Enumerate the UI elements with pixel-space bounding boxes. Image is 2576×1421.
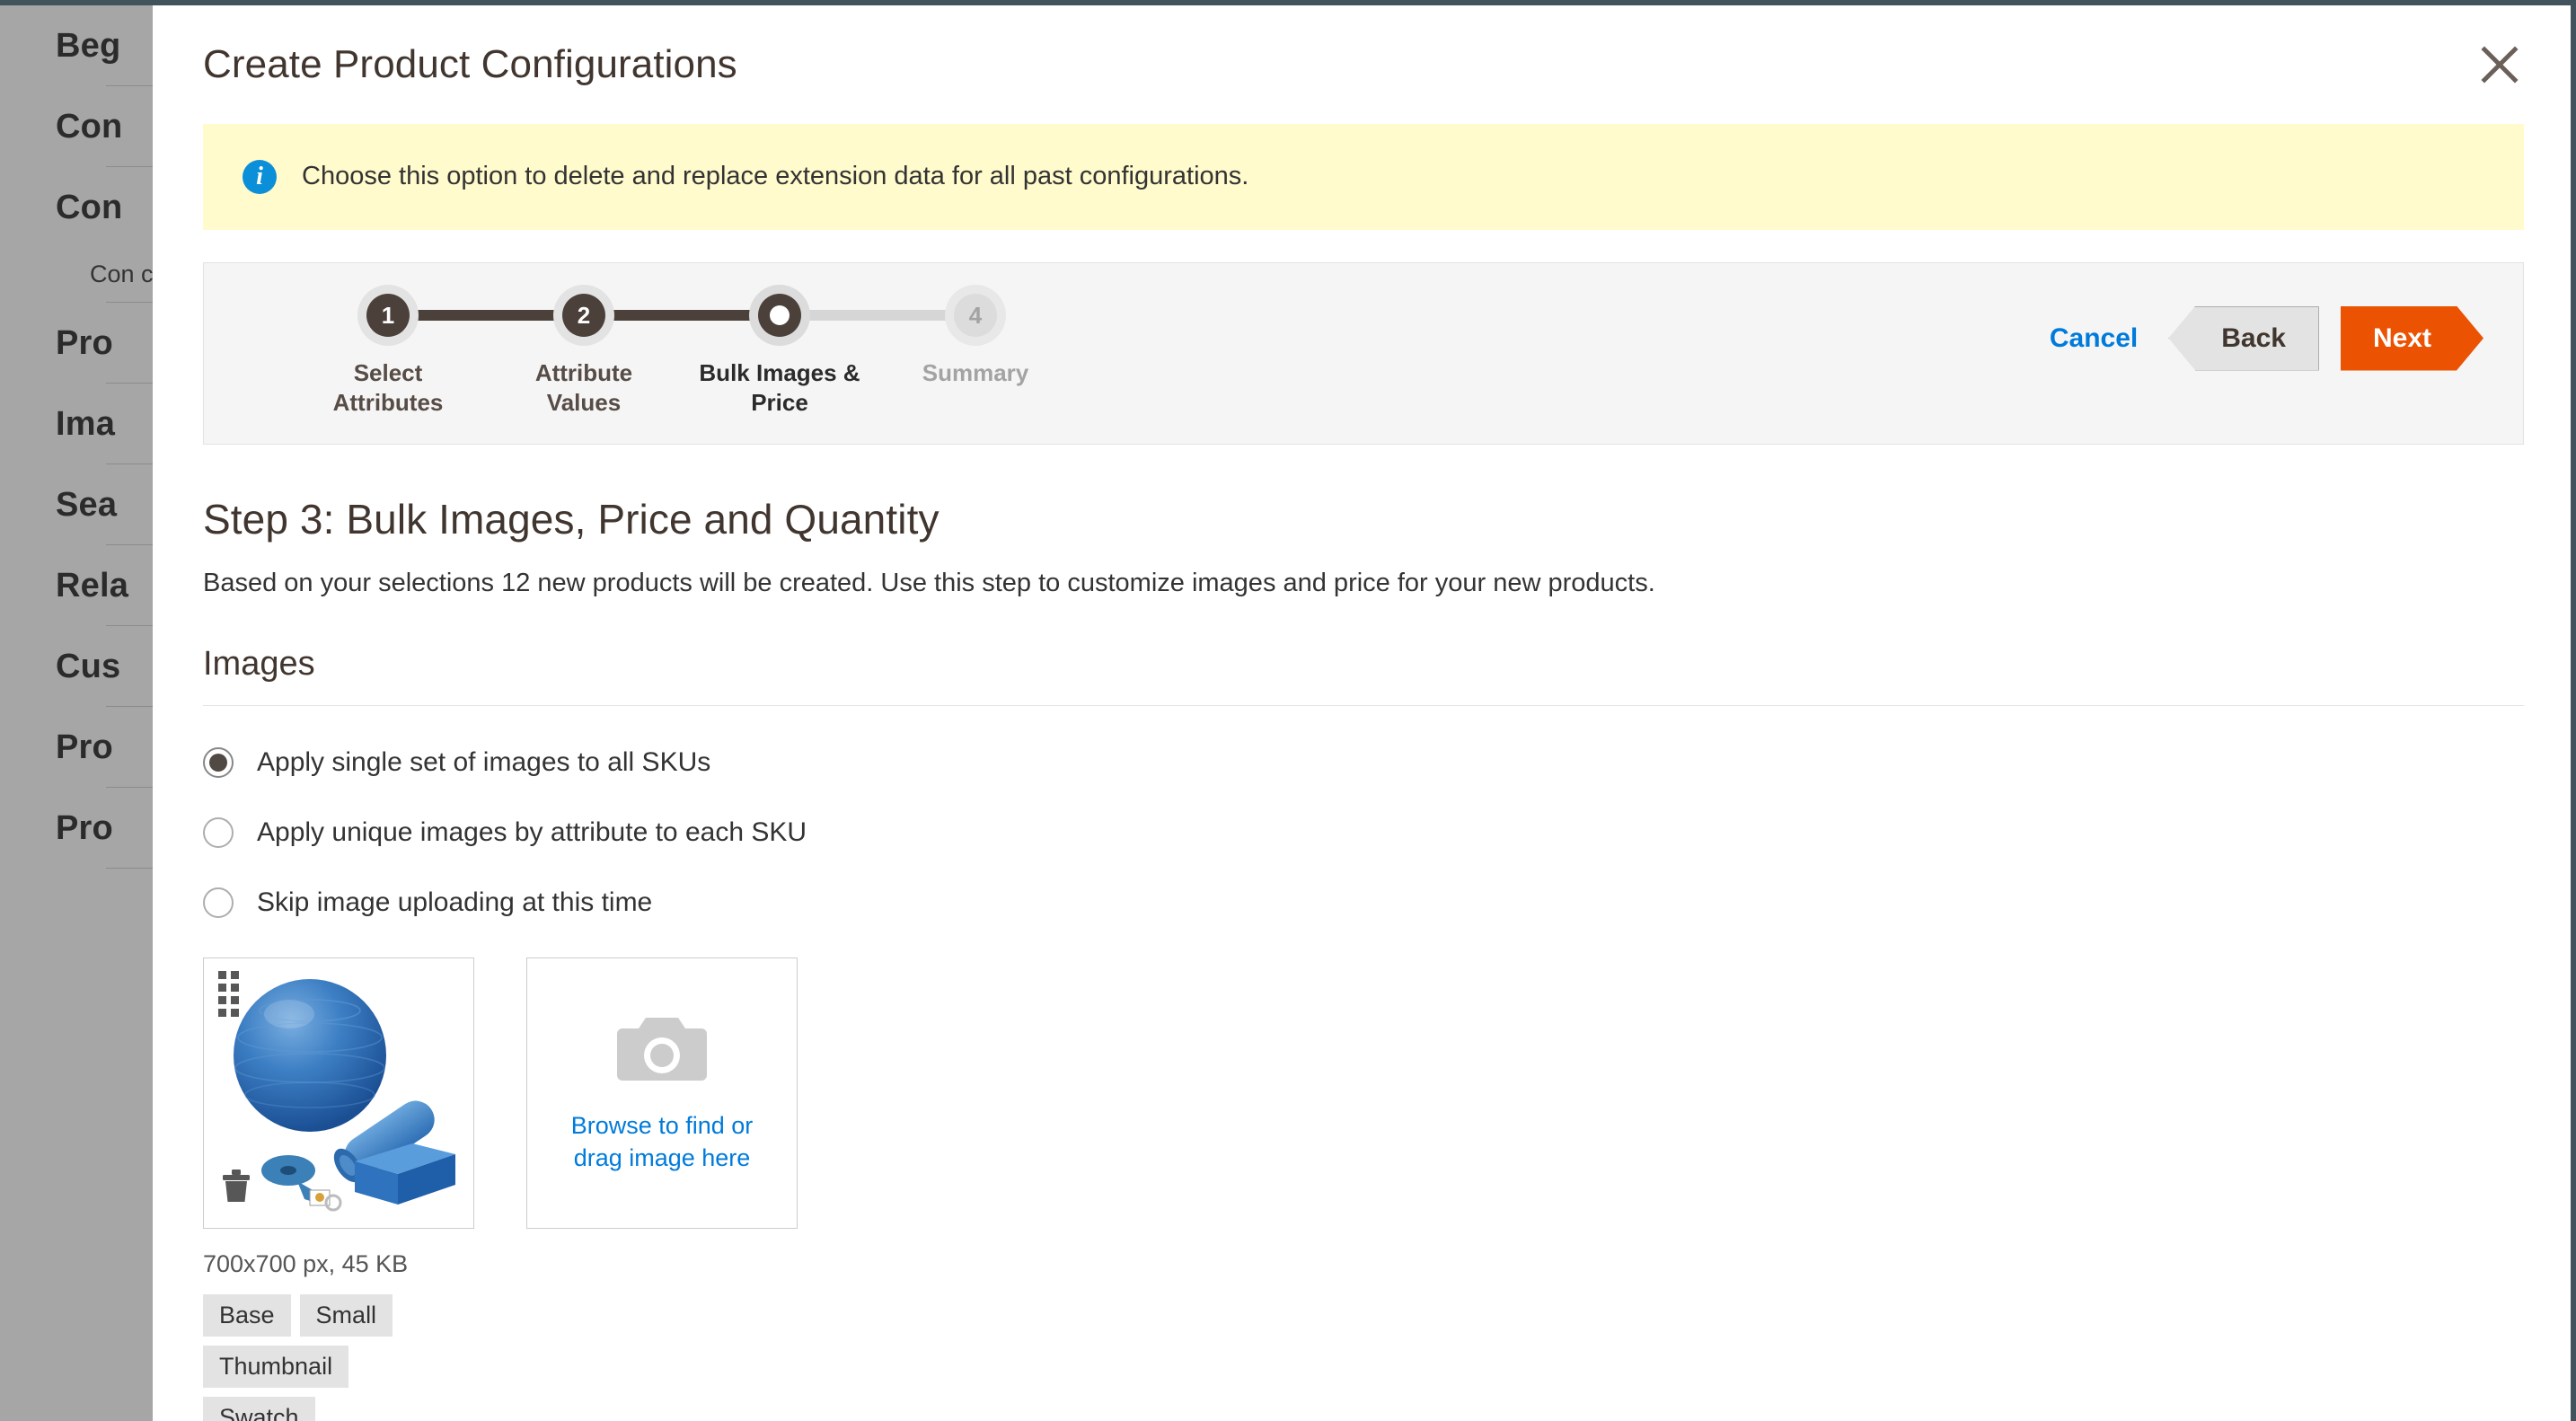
bg-section-heading: Pro xyxy=(56,808,113,847)
step-description: Based on your selections 12 new products… xyxy=(203,569,1655,597)
bg-section-heading: Pro xyxy=(56,323,113,362)
cancel-button[interactable]: Cancel xyxy=(2050,323,2168,354)
trash-icon[interactable] xyxy=(220,1168,252,1208)
wizard-step-label: Summary xyxy=(922,359,1029,386)
bg-section-heading: Cus xyxy=(56,647,121,685)
bg-section-heading: Rela xyxy=(56,566,129,605)
bg-section-heading: Con xyxy=(56,108,123,146)
step-number-badge: 1 xyxy=(366,294,410,337)
image-role-tags: Base Small Thumbnail Swatch xyxy=(203,1294,454,1421)
radio-option-skip-upload[interactable]: Skip image uploading at this time xyxy=(203,887,2524,918)
bg-divider xyxy=(106,867,153,869)
camera-icon xyxy=(615,1012,709,1090)
image-role-tag-thumbnail[interactable]: Thumbnail xyxy=(203,1346,349,1388)
radio-option-label: Apply single set of images to all SKUs xyxy=(257,747,711,777)
radio-option-apply-unique-images[interactable]: Apply unique images by attribute to each… xyxy=(203,817,2524,848)
step-number-badge-active xyxy=(758,294,801,337)
info-notice-text: Choose this option to delete and replace… xyxy=(302,162,1249,191)
bg-section-heading: Con xyxy=(56,189,123,226)
wizard-step-bar: 1 Select Attributes 2 Attribute Values B… xyxy=(203,262,2524,445)
image-role-tag-swatch[interactable]: Swatch xyxy=(203,1397,315,1421)
section-divider xyxy=(203,705,2524,706)
modal-header: Create Product Configurations xyxy=(153,5,2571,124)
modal-body: i Choose this option to delete and repla… xyxy=(153,124,2571,1421)
image-role-tag-small[interactable]: Small xyxy=(299,1294,393,1337)
radio-button-icon[interactable] xyxy=(203,747,234,778)
uploaded-image-thumbnail[interactable] xyxy=(203,958,474,1229)
backdrop-content: Beg Con Con Con con Pro Ima Sea Rela Cus… xyxy=(0,5,153,869)
step-heading: Step 3: Bulk Images, Price and Quantity xyxy=(203,496,940,543)
wizard-step-bulk-images-price[interactable]: Bulk Images & Price xyxy=(682,290,975,417)
upload-dropzone-label: Browse to find or drag image here xyxy=(570,1112,754,1171)
bg-section-heading: Beg xyxy=(56,27,121,65)
page-backdrop-overlay: Beg Con Con Con con Pro Ima Sea Rela Cus… xyxy=(0,5,153,1421)
wizard-step-label: Attribute Values xyxy=(534,359,633,416)
radio-option-apply-single-set[interactable]: Apply single set of images to all SKUs xyxy=(203,747,2524,778)
images-section-title: Images xyxy=(203,645,315,683)
image-option-radio-group: Apply single set of images to all SKUs A… xyxy=(203,747,2524,918)
info-notice-banner: i Choose this option to delete and repla… xyxy=(203,124,2524,230)
wizard-step-attribute-values[interactable]: 2 Attribute Values xyxy=(486,290,780,417)
drag-handle-icon[interactable] xyxy=(218,971,239,1017)
image-dimensions-size: 700x700 px, 45 KB xyxy=(203,1250,409,1277)
wizard-steps: 1 Select Attributes 2 Attribute Values B… xyxy=(290,290,1073,417)
radio-button-icon[interactable] xyxy=(203,887,234,918)
wizard-actions: Cancel Back Next xyxy=(2050,305,2483,402)
radio-option-label: Apply unique images by attribute to each… xyxy=(257,817,807,847)
bg-section-heading: Sea xyxy=(56,485,118,524)
image-upload-dropzone[interactable]: Browse to find or drag image here xyxy=(526,958,798,1229)
page-title: Create Product Configurations xyxy=(203,42,737,86)
step-number-badge: 4 xyxy=(954,294,997,337)
info-icon: i xyxy=(243,160,277,194)
bg-section-heading: Pro xyxy=(56,728,113,766)
wizard-step-label: Bulk Images & Price xyxy=(699,359,860,416)
image-gallery: Browse to find or drag image here xyxy=(203,958,2524,1229)
browser-viewport: Beg Con Con Con con Pro Ima Sea Rela Cus… xyxy=(0,0,2576,1421)
radio-button-icon[interactable] xyxy=(203,817,234,848)
wizard-step-select-attributes[interactable]: 1 Select Attributes xyxy=(290,290,584,417)
image-role-tag-base[interactable]: Base xyxy=(203,1294,291,1337)
bg-section-heading: Ima xyxy=(56,404,116,443)
radio-option-label: Skip image uploading at this time xyxy=(257,887,653,917)
back-button[interactable]: Back xyxy=(2168,305,2319,371)
step-number-badge: 2 xyxy=(562,294,605,337)
create-product-configurations-modal: Create Product Configurations i Choose t… xyxy=(153,5,2571,1421)
wizard-step-summary[interactable]: 4 Summary xyxy=(878,290,1073,388)
bg-section-subtext: Con con xyxy=(90,260,153,287)
wizard-step-label: Select Attributes xyxy=(332,359,444,416)
next-button[interactable]: Next xyxy=(2341,306,2483,371)
close-icon[interactable] xyxy=(2472,37,2527,93)
